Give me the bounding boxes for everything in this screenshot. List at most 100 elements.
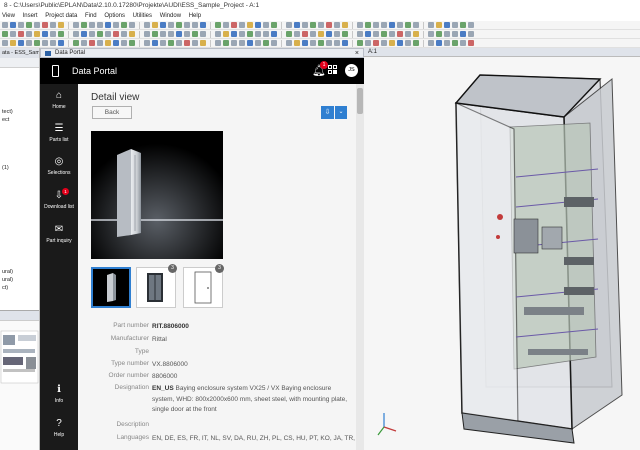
- toolbar-button-icon[interactable]: [192, 40, 198, 46]
- tree-item[interactable]: [0, 180, 39, 188]
- toolbar-button-icon[interactable]: [223, 40, 229, 46]
- toolbar-button-icon[interactable]: [223, 22, 229, 28]
- toolbar-button-icon[interactable]: [97, 40, 103, 46]
- toolbar-button-icon[interactable]: [176, 40, 182, 46]
- tree-item[interactable]: [0, 92, 39, 100]
- user-avatar[interactable]: JS: [345, 64, 358, 77]
- toolbar-button-icon[interactable]: [247, 31, 253, 37]
- toolbar-button-icon[interactable]: [302, 22, 308, 28]
- toolbar-button-icon[interactable]: [113, 22, 119, 28]
- tree-item[interactable]: ct): [0, 284, 39, 292]
- toolbar-button-icon[interactable]: [373, 22, 379, 28]
- tree-item[interactable]: [0, 188, 39, 196]
- toolbar-button-icon[interactable]: [129, 31, 135, 37]
- toolbar-button-icon[interactable]: [326, 22, 332, 28]
- toolbar-button-icon[interactable]: [176, 22, 182, 28]
- toolbar-button-icon[interactable]: [26, 22, 32, 28]
- toolbar-button-icon[interactable]: [294, 22, 300, 28]
- toolbar-button-icon[interactable]: [460, 40, 466, 46]
- toolbar-button-icon[interactable]: [105, 22, 111, 28]
- toolbar-button-icon[interactable]: [121, 31, 127, 37]
- toolbar-button-icon[interactable]: [239, 40, 245, 46]
- toolbar-button-icon[interactable]: [58, 22, 64, 28]
- toolbar-button-icon[interactable]: [10, 40, 16, 46]
- toolbar-button-icon[interactable]: [452, 31, 458, 37]
- detail-scrollbar[interactable]: [356, 84, 364, 450]
- toolbar-button-icon[interactable]: [10, 31, 16, 37]
- toolbar-button-icon[interactable]: [373, 31, 379, 37]
- toolbar-button-icon[interactable]: [405, 22, 411, 28]
- tree-item[interactable]: [0, 212, 39, 220]
- tree-item[interactable]: [0, 140, 39, 148]
- toolbar-button-icon[interactable]: [357, 40, 363, 46]
- toolbar-button-icon[interactable]: [231, 31, 237, 37]
- toolbar-button-icon[interactable]: [73, 40, 79, 46]
- toolbar-button-icon[interactable]: [302, 31, 308, 37]
- toolbar-button-icon[interactable]: [73, 31, 79, 37]
- toolbar-button-icon[interactable]: [97, 22, 103, 28]
- navigator-filter[interactable]: [0, 58, 39, 68]
- toolbar-button-icon[interactable]: [223, 31, 229, 37]
- menu-help[interactable]: Help: [189, 13, 201, 19]
- toolbar-button-icon[interactable]: [160, 22, 166, 28]
- toolbar-button-icon[interactable]: [334, 31, 340, 37]
- toolbar-button-icon[interactable]: [144, 31, 150, 37]
- tree-item[interactable]: [0, 260, 39, 268]
- toolbar-button-icon[interactable]: [231, 40, 237, 46]
- toolbar-button-icon[interactable]: [389, 31, 395, 37]
- toolbar-button-icon[interactable]: [168, 40, 174, 46]
- toolbar-button-icon[interactable]: [215, 31, 221, 37]
- toolbar-button-icon[interactable]: [18, 31, 24, 37]
- toolbar-button-icon[interactable]: [239, 31, 245, 37]
- tree-item[interactable]: ect: [0, 116, 39, 124]
- menu-utilities[interactable]: Utilities: [133, 13, 152, 19]
- toolbar-button-icon[interactable]: [239, 22, 245, 28]
- toolbar-button-icon[interactable]: [34, 40, 40, 46]
- toolbar-button-icon[interactable]: [192, 22, 198, 28]
- tree-item[interactable]: [0, 228, 39, 236]
- toolbar-button-icon[interactable]: [334, 22, 340, 28]
- toolbar-button-icon[interactable]: [160, 31, 166, 37]
- toolbar-button-icon[interactable]: [271, 22, 277, 28]
- toolbar-button-icon[interactable]: [468, 31, 474, 37]
- toolbar-button-icon[interactable]: [357, 31, 363, 37]
- toolbar-button-icon[interactable]: [81, 40, 87, 46]
- toolbar-button-icon[interactable]: [302, 40, 308, 46]
- toolbar-button-icon[interactable]: [113, 40, 119, 46]
- toolbar-button-icon[interactable]: [176, 31, 182, 37]
- toolbar-button-icon[interactable]: [263, 40, 269, 46]
- download-options-dropdown[interactable]: ⌄: [335, 106, 347, 119]
- nav-home[interactable]: ⌂ Home: [40, 90, 78, 110]
- tree-item[interactable]: [0, 236, 39, 244]
- toolbar-button-icon[interactable]: [460, 22, 466, 28]
- toolbar-button-icon[interactable]: [436, 40, 442, 46]
- toolbar-button-icon[interactable]: [444, 22, 450, 28]
- thumbnail-3d-model[interactable]: [136, 267, 176, 308]
- tree-item[interactable]: tect): [0, 108, 39, 116]
- toolbar-button-icon[interactable]: [428, 40, 434, 46]
- close-icon[interactable]: ×: [355, 49, 359, 58]
- toolbar-button-icon[interactable]: [373, 40, 379, 46]
- toolbar-button-icon[interactable]: [436, 22, 442, 28]
- toolbar-button-icon[interactable]: [286, 31, 292, 37]
- toolbar-button-icon[interactable]: [152, 22, 158, 28]
- toolbar-button-icon[interactable]: [318, 22, 324, 28]
- toolbar-button-icon[interactable]: [129, 22, 135, 28]
- toolbar-button-icon[interactable]: [129, 40, 135, 46]
- toolbar-button-icon[interactable]: [200, 31, 206, 37]
- toolbar-button-icon[interactable]: [42, 31, 48, 37]
- toolbar-button-icon[interactable]: [413, 40, 419, 46]
- toolbar-button-icon[interactable]: [200, 40, 206, 46]
- toolbar-button-icon[interactable]: [255, 31, 261, 37]
- toolbar-button-icon[interactable]: [34, 22, 40, 28]
- toolbar-button-icon[interactable]: [89, 31, 95, 37]
- toolbar-button-icon[interactable]: [405, 40, 411, 46]
- nav-help[interactable]: ? Help: [40, 418, 78, 438]
- toolbar-button-icon[interactable]: [121, 40, 127, 46]
- toolbar-button-icon[interactable]: [160, 40, 166, 46]
- menu-find[interactable]: Find: [85, 13, 97, 19]
- tree-item[interactable]: [0, 68, 39, 76]
- toolbar-button-icon[interactable]: [247, 40, 253, 46]
- menu-window[interactable]: Window: [160, 13, 181, 19]
- toolbar-button-icon[interactable]: [342, 40, 348, 46]
